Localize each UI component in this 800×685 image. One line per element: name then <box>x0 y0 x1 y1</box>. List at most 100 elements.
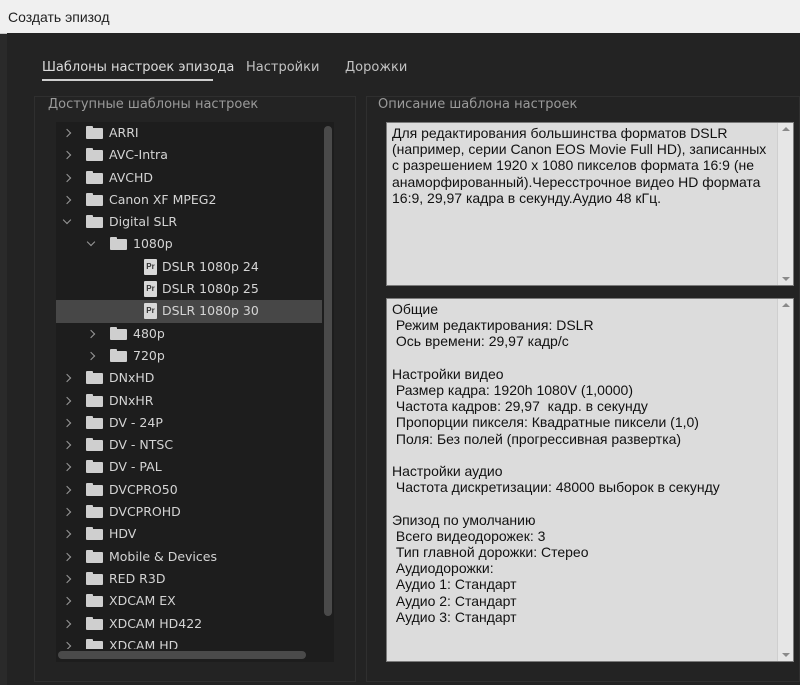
chevron-right-icon[interactable] <box>62 463 72 472</box>
tree-item-label: 720p <box>133 347 165 363</box>
chevron-right-icon[interactable] <box>62 596 72 606</box>
tab-settings[interactable]: Настройки <box>246 60 319 75</box>
preset-details-text: Общие Режим редактирования: DSLR Ось вре… <box>392 301 720 625</box>
chevron-right-icon[interactable] <box>62 151 72 160</box>
tree-item-label: AVC-Intra <box>109 147 168 163</box>
description-scrollbar[interactable] <box>777 123 793 285</box>
chevron-right-icon[interactable] <box>62 374 72 383</box>
folder-item[interactable]: XDCAM EX <box>56 590 322 612</box>
folder-item[interactable]: DNxHR <box>56 390 322 412</box>
title-bar: Создать эпизод <box>0 0 800 34</box>
preset-item[interactable]: Pr DSLR 1080p 30 <box>56 300 322 323</box>
preset-details-textbox[interactable]: Общие Режим редактирования: DSLR Ось вре… <box>386 298 794 662</box>
tree-item-label: Digital SLR <box>109 214 178 230</box>
tree-item-label: Canon XF MPEG2 <box>109 191 217 207</box>
details-scrollbar[interactable] <box>777 299 793 661</box>
chevron-right-icon[interactable] <box>62 396 72 405</box>
folder-icon <box>86 438 103 452</box>
chevron-right-icon[interactable] <box>62 530 72 539</box>
folder-item[interactable]: Digital SLR <box>56 211 322 233</box>
folder-icon <box>86 460 103 474</box>
tab-tracks[interactable]: Дорожки <box>345 60 407 75</box>
tree-item-label: XDCAM HD422 <box>109 615 203 631</box>
tree-item-label: DV - NTSC <box>109 437 174 453</box>
folder-icon <box>86 126 103 139</box>
tree-item-label: DSLR 1080p 25 <box>162 281 259 297</box>
premiere-preset-file-icon: Pr <box>144 281 157 298</box>
tree-item-label: ARRI <box>109 125 139 140</box>
tree-item-label: DV - 24P <box>109 414 163 430</box>
folder-item[interactable]: Canon XF MPEG2 <box>56 189 322 211</box>
tree-item-label: 1080p <box>133 236 173 252</box>
tab-sequence-presets[interactable]: Шаблоны настроек эпизода <box>42 60 234 75</box>
scroll-up-icon[interactable] <box>782 303 790 307</box>
tree-item-label: DVCPROHD <box>109 504 181 520</box>
folder-item[interactable]: 1080p <box>56 233 322 255</box>
chevron-right-icon[interactable] <box>62 552 72 561</box>
folder-icon <box>86 482 103 496</box>
tree-item-label: DNxHD <box>109 370 155 386</box>
folder-item[interactable]: DV - PAL <box>56 456 322 478</box>
folder-icon <box>86 549 103 563</box>
chevron-right-icon[interactable] <box>62 195 72 205</box>
chevron-down-icon[interactable] <box>86 238 96 247</box>
tree-item-label: HDV <box>109 526 137 542</box>
tree-item-label: DV - PAL <box>109 459 162 475</box>
scroll-down-icon[interactable] <box>782 653 790 657</box>
folder-item[interactable]: HDV <box>56 523 322 545</box>
chevron-right-icon[interactable] <box>62 418 72 428</box>
chevron-right-icon[interactable] <box>62 574 72 584</box>
folder-icon <box>86 371 103 385</box>
folder-item[interactable]: AVC-Intra <box>56 144 322 166</box>
folder-icon <box>110 326 127 340</box>
tree-item-label: DSLR 1080p 30 <box>162 303 259 319</box>
folder-icon <box>86 571 103 585</box>
folder-icon <box>110 348 127 362</box>
folder-item[interactable]: DVCPRO50 <box>56 479 322 501</box>
folder-item[interactable]: ARRI <box>56 122 322 144</box>
chevron-right-icon[interactable] <box>62 485 72 494</box>
tree-item-label: 480p <box>133 325 165 341</box>
active-tab-indicator <box>42 79 213 81</box>
folder-icon <box>86 170 103 184</box>
folder-item[interactable]: 720p <box>56 345 322 367</box>
chevron-right-icon[interactable] <box>86 329 96 338</box>
presets-tree[interactable]: ARRI AVC-Intra AVCHD Canon XF MPEG2 Digital … <box>56 122 334 662</box>
description-textbox[interactable]: Для редактирования большинства форматов … <box>386 122 794 286</box>
chevron-right-icon[interactable] <box>86 351 96 361</box>
folder-item[interactable]: 480p <box>56 323 322 345</box>
chevron-right-icon[interactable] <box>62 619 72 628</box>
folder-item[interactable]: AVCHD <box>56 167 322 189</box>
folder-icon <box>86 148 103 162</box>
chevron-down-icon[interactable] <box>62 215 72 225</box>
folder-item[interactable]: Mobile & Devices <box>56 546 322 568</box>
folder-item[interactable]: DV - NTSC <box>56 434 322 456</box>
folder-icon <box>110 237 127 251</box>
chevron-right-icon[interactable] <box>62 128 72 138</box>
folder-item[interactable]: DV - 24P <box>56 412 322 434</box>
tree-item-label: Mobile & Devices <box>109 548 217 564</box>
tree-item-label: XDCAM EX <box>109 593 176 609</box>
tree-vertical-scroll-thumb[interactable] <box>324 126 332 616</box>
scroll-up-icon[interactable] <box>782 127 790 131</box>
folder-item[interactable]: DVCPROHD <box>56 501 322 523</box>
scroll-down-icon[interactable] <box>782 277 790 281</box>
tree-horizontal-scroll-thumb[interactable] <box>58 651 306 659</box>
folder-icon <box>86 192 103 206</box>
preset-item[interactable]: Pr DSLR 1080p 24 <box>56 256 322 278</box>
tree-item-label: RED R3D <box>109 570 166 586</box>
folder-icon <box>86 215 103 229</box>
folder-icon <box>86 527 103 541</box>
presets-tree-rows: ARRI AVC-Intra AVCHD Canon XF MPEG2 Digital … <box>56 122 322 657</box>
chevron-right-icon[interactable] <box>62 507 72 517</box>
chevron-right-icon[interactable] <box>62 173 72 182</box>
preset-item[interactable]: Pr DSLR 1080p 25 <box>56 278 322 300</box>
folder-item[interactable]: XDCAM HD422 <box>56 613 322 635</box>
folder-item[interactable]: DNxHD <box>56 367 322 389</box>
tree-item-label: DVCPRO50 <box>109 481 178 497</box>
folder-icon <box>86 393 103 407</box>
premiere-preset-file-icon: Pr <box>144 258 157 275</box>
chevron-right-icon[interactable] <box>62 440 72 450</box>
tree-item-label: DSLR 1080p 24 <box>162 258 259 274</box>
folder-item[interactable]: RED R3D <box>56 568 322 590</box>
